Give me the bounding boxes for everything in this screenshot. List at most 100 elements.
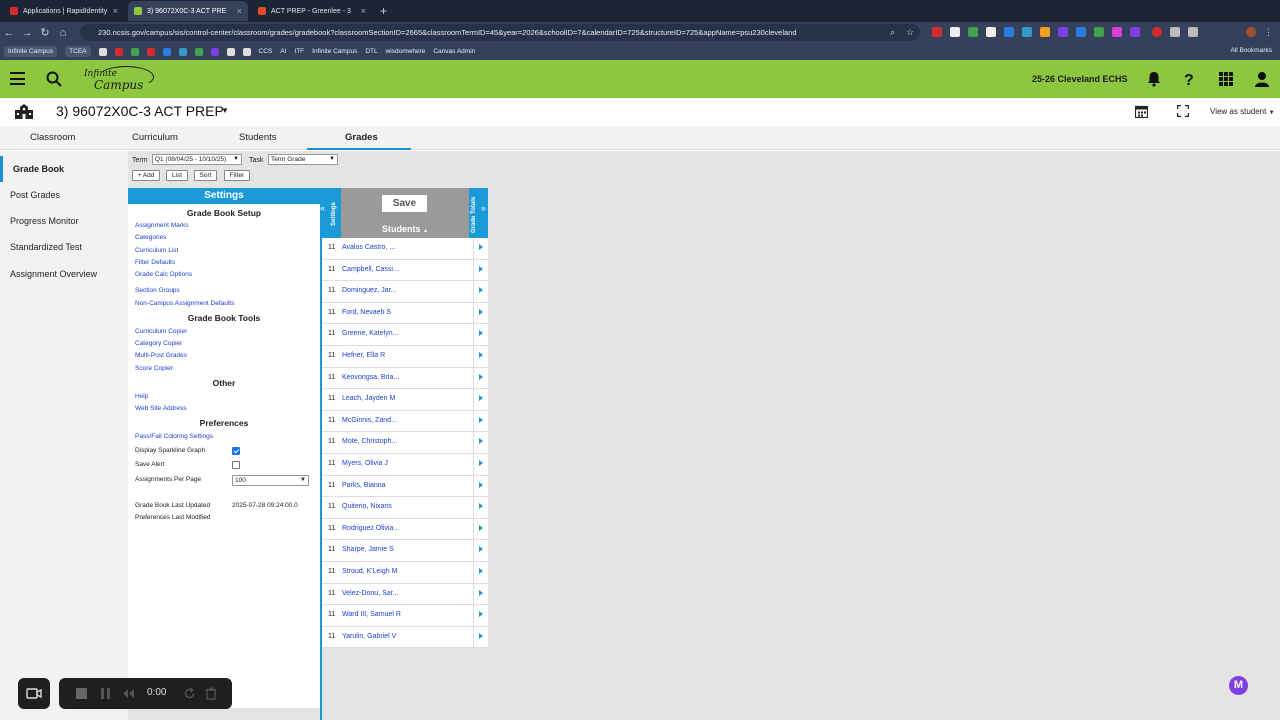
- table-row[interactable]: 11 Quiterio, Nixaris: [322, 497, 488, 519]
- zoom-icon[interactable]: ⌕: [890, 27, 900, 37]
- section-title[interactable]: 3) 96072X0C-3 ACT PREP: [56, 103, 224, 119]
- expand-row-arrow-icon[interactable]: [479, 416, 483, 423]
- expand-grade-totals-toggle[interactable]: Grade Totals »: [469, 188, 488, 238]
- filter-defaults-link[interactable]: Filter Defaults: [135, 259, 175, 266]
- expand-row-arrow-icon[interactable]: [479, 524, 483, 531]
- tab-classroom[interactable]: Classroom: [30, 132, 75, 143]
- browser-menu-icon[interactable]: ⋮: [1264, 27, 1274, 37]
- browser-tab-act-prep[interactable]: ACT PREP - Greenlee - 3 ×: [252, 1, 372, 21]
- expand-row-arrow-icon[interactable]: [479, 460, 483, 466]
- student-name-link[interactable]: Yarulin, Gabriel V: [342, 633, 396, 640]
- bookmark-icon[interactable]: [210, 47, 219, 56]
- expand-row-arrow-icon[interactable]: [479, 568, 483, 574]
- non-campus-assignment-defaults-link[interactable]: Non-Campus Assignment Defaults: [135, 300, 234, 307]
- tab-curriculum[interactable]: Curriculum: [132, 132, 178, 143]
- table-row[interactable]: 11 Mote, Christoph...: [322, 432, 488, 454]
- infinite-campus-logo[interactable]: Infinite Campus: [84, 66, 154, 92]
- profile-avatar-icon[interactable]: [1246, 27, 1256, 37]
- sidebar-item-standardized-test[interactable]: Standardized Test: [10, 242, 82, 252]
- bookmark-icon[interactable]: [194, 47, 203, 56]
- extension-icon[interactable]: [1004, 27, 1014, 37]
- student-name-link[interactable]: Velez-Donu, Sar...: [342, 590, 398, 597]
- extension-icon[interactable]: [1130, 27, 1140, 37]
- hamburger-menu-icon[interactable]: [10, 72, 25, 85]
- expand-row-arrow-icon[interactable]: [479, 481, 483, 488]
- multi-post-grades-link[interactable]: Multi-Post Grades: [135, 352, 187, 359]
- student-name-link[interactable]: Ward III, Samuel R: [342, 611, 401, 618]
- table-row[interactable]: 11 Keovongsa, Bria...: [322, 367, 488, 390]
- table-row[interactable]: 11 Parks, Bianna: [322, 475, 488, 498]
- students-column-header[interactable]: Students ▲: [341, 224, 469, 234]
- table-row[interactable]: 11 McGinnis, Zand...: [322, 410, 488, 433]
- camera-toggle-button[interactable]: [18, 678, 50, 709]
- sparkline-checkbox[interactable]: [232, 447, 240, 455]
- expand-row-arrow-icon[interactable]: [479, 632, 483, 639]
- grade-calc-options-link[interactable]: Grade Calc Options: [135, 271, 192, 278]
- extension-icon[interactable]: [1076, 27, 1086, 37]
- bookmark-item[interactable]: wisdomwhere: [386, 48, 426, 55]
- user-profile-icon[interactable]: [1254, 71, 1270, 87]
- extension-icon[interactable]: [1094, 27, 1104, 37]
- sidebar-item-progress-monitor[interactable]: Progress Monitor: [10, 216, 79, 226]
- new-tab-button[interactable]: +: [380, 4, 387, 18]
- fullscreen-expand-icon[interactable]: [1177, 105, 1189, 117]
- table-row[interactable]: 11 Greene, Katelyn...: [322, 324, 488, 346]
- task-select[interactable]: Term Grade ▼: [268, 154, 338, 165]
- extension-icon[interactable]: [932, 27, 942, 37]
- bookmark-item[interactable]: Infinite Campus: [4, 46, 58, 57]
- list-button[interactable]: List: [166, 170, 188, 181]
- bookmark-icon[interactable]: [114, 47, 123, 56]
- bookmark-icon[interactable]: [162, 47, 171, 56]
- extensions-puzzle-icon[interactable]: [1170, 27, 1180, 37]
- table-row[interactable]: 11 Leach, Jayden M: [322, 389, 488, 411]
- restart-icon[interactable]: [183, 687, 196, 700]
- curriculum-list-link[interactable]: Curriculum List: [135, 247, 178, 254]
- table-row[interactable]: 11 Dominguez, Jar...: [322, 281, 488, 303]
- student-name-link[interactable]: Avalos Castro, ...: [342, 244, 395, 251]
- table-row[interactable]: 11 Ward III, Samuel R: [322, 605, 488, 627]
- table-row[interactable]: 11 Ford, Nevaeh S: [322, 302, 488, 325]
- table-row[interactable]: 11 Yarulin, Gabriel V: [322, 626, 488, 649]
- expand-row-arrow-icon[interactable]: [479, 589, 483, 596]
- extension-icon[interactable]: [968, 27, 978, 37]
- collapse-settings-toggle[interactable]: « Settings: [320, 188, 341, 238]
- bell-icon[interactable]: [1146, 71, 1162, 87]
- bookmark-icon[interactable]: [98, 47, 107, 56]
- sidebar-item-assignment-overview[interactable]: Assignment Overview: [10, 269, 97, 279]
- table-row[interactable]: 11 Rodriguez Olivia...: [322, 518, 488, 541]
- filter-button[interactable]: Filter: [224, 170, 250, 181]
- back-arrow-icon[interactable]: ←: [0, 27, 18, 39]
- table-row[interactable]: 11 Sharpe, Jamie S: [322, 540, 488, 562]
- table-row[interactable]: 11 Hefner, Ella R: [322, 346, 488, 368]
- help-link[interactable]: Help: [135, 393, 148, 400]
- expand-row-arrow-icon[interactable]: [479, 395, 483, 402]
- assignments-per-page-select[interactable]: 100 ▼: [232, 475, 309, 486]
- reload-icon[interactable]: ↻: [36, 26, 54, 39]
- student-name-link[interactable]: Sharpe, Jamie S: [342, 546, 394, 553]
- close-tab-icon[interactable]: ×: [237, 6, 242, 16]
- table-row[interactable]: 11 Velez-Donu, Sar...: [322, 583, 488, 606]
- side-panel-icon[interactable]: [1188, 27, 1198, 37]
- help-question-icon[interactable]: ?: [1181, 71, 1197, 87]
- expand-row-arrow-icon[interactable]: [479, 373, 483, 380]
- browser-tab-gradebook[interactable]: 3) 96072X0C-3 ACT PRE ×: [128, 1, 248, 21]
- sidebar-item-post-grades[interactable]: Post Grades: [10, 190, 60, 200]
- category-copier-link[interactable]: Category Copier: [135, 340, 182, 347]
- categories-link[interactable]: Categories: [135, 234, 166, 241]
- table-row[interactable]: 11 Campbell, Cassi...: [322, 259, 488, 282]
- stop-icon[interactable]: [75, 687, 88, 700]
- rewind-icon[interactable]: [122, 688, 135, 699]
- bookmark-item[interactable]: DTL: [365, 48, 377, 55]
- expand-row-arrow-icon[interactable]: [479, 546, 483, 553]
- bookmark-item[interactable]: CCS: [259, 48, 273, 55]
- curriculum-copier-link[interactable]: Curriculum Copier: [135, 328, 187, 335]
- student-name-link[interactable]: Stroud, K'Leigh M: [342, 568, 397, 575]
- score-copier-link[interactable]: Score Copier: [135, 365, 173, 372]
- tab-students[interactable]: Students: [239, 132, 277, 143]
- expand-row-arrow-icon[interactable]: [479, 265, 483, 272]
- bookmark-item[interactable]: Canvas Admin: [433, 48, 475, 55]
- trash-icon[interactable]: [205, 687, 217, 700]
- expand-row-arrow-icon[interactable]: [479, 352, 483, 358]
- extension-icon[interactable]: [950, 27, 960, 37]
- add-button[interactable]: + Add: [132, 170, 160, 181]
